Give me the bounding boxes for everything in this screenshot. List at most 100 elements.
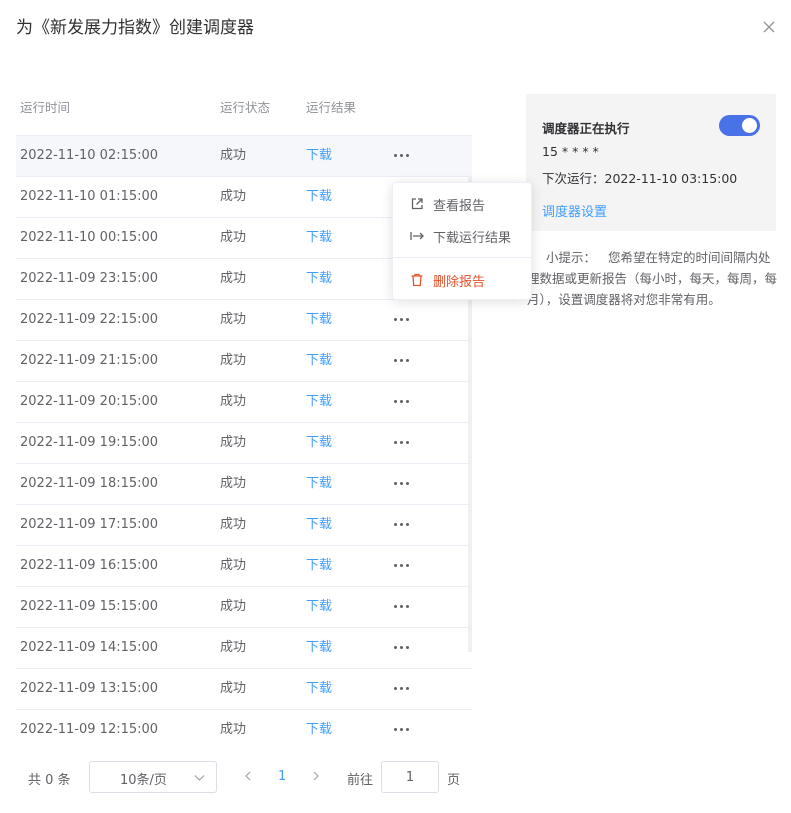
delete-report-label: 删除报告: [433, 274, 486, 290]
run-time-cell: 2022-11-09 18:15:00: [20, 476, 159, 491]
trash-icon: [411, 273, 423, 287]
download-link[interactable]: 下载: [306, 230, 332, 246]
page-number-current[interactable]: 1: [278, 769, 286, 784]
run-status-cell: 成功: [220, 435, 247, 450]
download-link[interactable]: 下载: [306, 394, 332, 410]
download-link[interactable]: 下载: [306, 599, 332, 615]
view-report-label: 查看报告: [433, 198, 486, 214]
goto-page-input[interactable]: [381, 761, 439, 793]
close-icon[interactable]: [760, 18, 778, 36]
dropdown-divider: [393, 257, 531, 258]
more-actions-icon[interactable]: [394, 638, 412, 656]
more-actions-icon[interactable]: [394, 515, 412, 533]
run-status-cell: 成功: [220, 558, 247, 573]
header-run-time: 运行时间: [20, 100, 71, 115]
download-result-item[interactable]: 下载运行结果: [393, 220, 531, 252]
table-row[interactable]: 2022-11-09 13:15:00 成功 下载: [16, 669, 472, 710]
scheduler-status-card: 调度器正在执行 15 * * * * 下次运行：2022-11-10 03:15…: [526, 94, 776, 231]
page-size-value: 10条/页: [120, 773, 167, 788]
download-link[interactable]: 下载: [306, 189, 332, 205]
table-row[interactable]: 2022-11-09 17:15:00 成功 下载: [16, 505, 472, 546]
goto-label: 前往: [347, 773, 374, 788]
run-status-cell: 成功: [220, 189, 247, 204]
external-link-icon: [411, 198, 423, 210]
delete-report-item[interactable]: 删除报告: [393, 264, 531, 296]
run-status-cell: 成功: [220, 599, 247, 614]
run-time-cell: 2022-11-09 13:15:00: [20, 681, 159, 696]
table-row[interactable]: 2022-11-09 20:15:00 成功 下载: [16, 382, 472, 423]
view-report-item[interactable]: 查看报告: [393, 188, 531, 220]
download-link[interactable]: 下载: [306, 312, 332, 328]
run-time-cell: 2022-11-09 21:15:00: [20, 353, 159, 368]
dialog-title: 为《新发展力指数》创建调度器: [16, 18, 254, 38]
table-row[interactable]: 2022-11-09 18:15:00 成功 下载: [16, 464, 472, 505]
run-status-cell: 成功: [220, 148, 247, 163]
run-time-cell: 2022-11-09 15:15:00: [20, 599, 159, 614]
download-link[interactable]: 下载: [306, 517, 332, 533]
scheduler-status-title: 调度器正在执行: [542, 121, 630, 136]
scheduler-toggle[interactable]: [719, 115, 760, 136]
run-time-cell: 2022-11-10 02:15:00: [20, 148, 159, 163]
export-arrow-icon: [410, 232, 424, 240]
run-time-cell: 2022-11-09 22:15:00: [20, 312, 159, 327]
run-status-cell: 成功: [220, 681, 247, 696]
page-size-select[interactable]: 10条/页: [89, 761, 217, 793]
table-row[interactable]: 2022-11-09 16:15:00 成功 下载: [16, 546, 472, 587]
download-link[interactable]: 下载: [306, 681, 332, 697]
more-actions-icon[interactable]: [394, 556, 412, 574]
tip-text: 小提示： 您希望在特定的时间间隔内处理数据或更新报告（每小时，每天，每周，每月），…: [527, 247, 780, 310]
chevron-down-icon: [194, 775, 205, 781]
run-time-cell: 2022-11-09 12:15:00: [20, 722, 159, 737]
tip-label: 小提示：: [546, 250, 597, 265]
row-actions-dropdown: 查看报告 下载运行结果 删除报告: [392, 182, 532, 300]
run-time-cell: 2022-11-09 20:15:00: [20, 394, 159, 409]
total-count: 共 0 条: [28, 773, 71, 788]
run-time-cell: 2022-11-10 01:15:00: [20, 189, 159, 204]
download-link[interactable]: 下载: [306, 722, 332, 738]
more-actions-icon[interactable]: [394, 679, 412, 697]
more-actions-icon[interactable]: [394, 310, 412, 328]
more-actions-icon[interactable]: [394, 597, 412, 615]
more-actions-icon[interactable]: [394, 146, 412, 164]
download-link[interactable]: 下载: [306, 271, 332, 287]
more-actions-icon[interactable]: [394, 392, 412, 410]
pagination: 共 0 条 10条/页 1 前往 页: [0, 760, 480, 794]
table-row[interactable]: 2022-11-09 21:15:00 成功 下载: [16, 341, 472, 382]
run-status-cell: 成功: [220, 476, 247, 491]
table-row[interactable]: 2022-11-09 19:15:00 成功 下载: [16, 423, 472, 464]
table-row[interactable]: 2022-11-10 02:15:00 成功 下载: [16, 136, 472, 177]
run-time-cell: 2022-11-10 00:15:00: [20, 230, 159, 245]
download-link[interactable]: 下载: [306, 435, 332, 451]
run-status-cell: 成功: [220, 271, 247, 286]
run-time-cell: 2022-11-09 17:15:00: [20, 517, 159, 532]
run-status-cell: 成功: [220, 353, 247, 368]
run-time-cell: 2022-11-09 23:15:00: [20, 271, 159, 286]
table-row[interactable]: 2022-11-09 14:15:00 成功 下载: [16, 628, 472, 669]
prev-page-button[interactable]: [240, 768, 256, 784]
download-link[interactable]: 下载: [306, 640, 332, 656]
download-link[interactable]: 下载: [306, 353, 332, 369]
download-link[interactable]: 下载: [306, 148, 332, 164]
table-row[interactable]: 2022-11-09 22:15:00 成功 下载: [16, 300, 472, 341]
run-time-cell: 2022-11-09 16:15:00: [20, 558, 159, 573]
more-actions-icon[interactable]: [394, 474, 412, 492]
download-result-label: 下载运行结果: [433, 230, 512, 246]
download-link[interactable]: 下载: [306, 558, 332, 574]
run-time-cell: 2022-11-09 19:15:00: [20, 435, 159, 450]
run-time-cell: 2022-11-09 14:15:00: [20, 640, 159, 655]
run-status-cell: 成功: [220, 312, 247, 327]
more-actions-icon[interactable]: [394, 433, 412, 451]
scheduler-settings-link[interactable]: 调度器设置: [542, 201, 607, 220]
next-run-time: 下次运行：2022-11-10 03:15:00: [542, 171, 738, 186]
more-actions-icon[interactable]: [394, 720, 412, 738]
table-row[interactable]: 2022-11-09 12:15:00 成功 下载: [16, 710, 472, 738]
more-actions-icon[interactable]: [394, 351, 412, 369]
run-status-cell: 成功: [220, 230, 247, 245]
run-status-cell: 成功: [220, 640, 247, 655]
next-page-button[interactable]: [308, 768, 324, 784]
download-link[interactable]: 下载: [306, 476, 332, 492]
run-status-cell: 成功: [220, 394, 247, 409]
run-status-cell: 成功: [220, 722, 247, 737]
header-run-result: 运行结果: [306, 100, 357, 115]
table-row[interactable]: 2022-11-09 15:15:00 成功 下载: [16, 587, 472, 628]
